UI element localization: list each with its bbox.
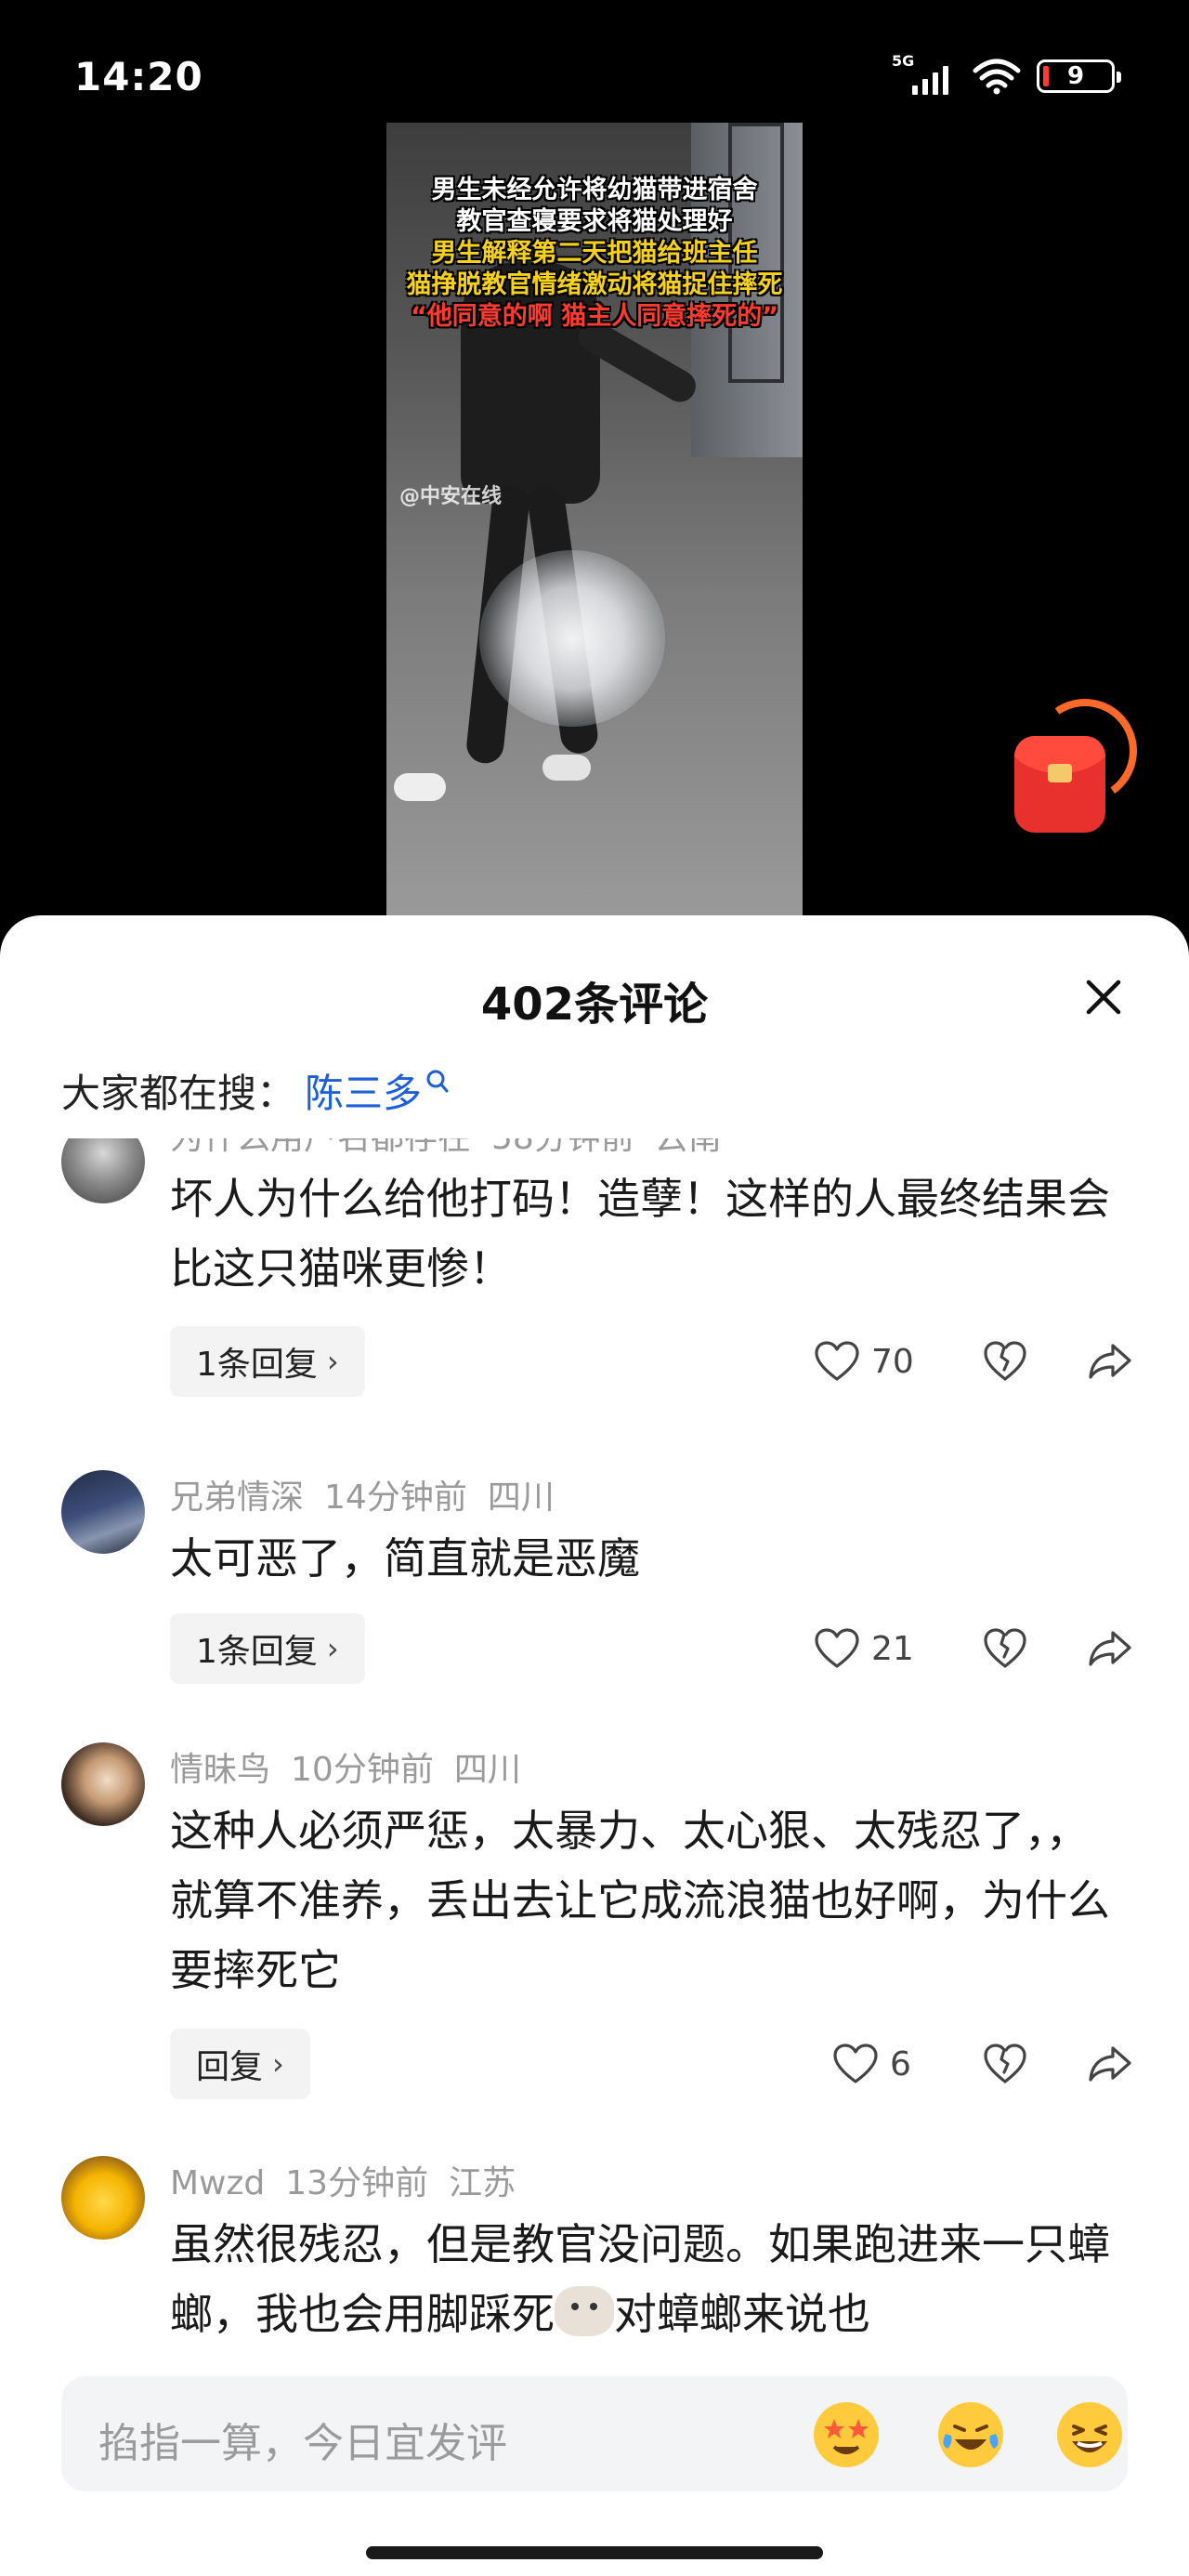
comment-time: 10分钟前: [291, 1751, 434, 1789]
trending-search-label: 大家都在搜：: [61, 1071, 296, 1116]
search-icon: [426, 1070, 449, 1092]
status-bar: 14:20 5G 9: [0, 0, 1189, 139]
cat-emoji-icon: [555, 2286, 614, 2336]
red-envelope-button[interactable]: [1014, 690, 1145, 838]
avatar[interactable]: [61, 1742, 145, 1826]
like-button[interactable]: 70: [814, 1340, 927, 1383]
view-replies-label: 1条回复: [196, 1346, 318, 1384]
home-indicator[interactable]: [366, 2546, 823, 2559]
view-replies-button[interactable]: 1条回复 ›: [170, 1326, 365, 1397]
reply-label: 回复: [196, 2048, 264, 2086]
comment-username[interactable]: 为什么用户名都存在: [170, 1138, 471, 1157]
comment-text: 这种人必须严惩，太暴力、太心狠、太残忍了，，就算不准养，丢出去让它成流浪猫也好啊…: [170, 1806, 1110, 1995]
trending-search-term[interactable]: 陈三多: [305, 1062, 422, 1119]
comment-time: 13分钟前: [285, 2164, 429, 2202]
comment-text: 坏人为什么给他打码！造孽！这样的人最终结果会比这只猫咪更惨！: [170, 1174, 1110, 1294]
comment-time: 58分钟前: [491, 1138, 634, 1157]
heart-icon: [833, 2044, 878, 2083]
chevron-right-icon: ›: [326, 1344, 339, 1379]
video-person-shoe: [394, 773, 446, 801]
comment-input-placeholder[interactable]: 掐指一算，今日宜发评: [98, 2410, 507, 2469]
comment-time: 14分钟前: [324, 1479, 467, 1517]
comment-input-bar[interactable]: 掐指一算，今日宜发评: [61, 2376, 1128, 2491]
network-type: 5G: [892, 52, 915, 70]
share-arrow-icon[interactable]: [1087, 1627, 1133, 1670]
chevron-right-icon: ›: [272, 2046, 284, 2082]
battery-level: 9: [1066, 62, 1085, 90]
caption-line: 男生解释第二天把猫给班主任: [431, 239, 758, 268]
caption-line: “他同意的啊 猫主人同意摔死的”: [411, 302, 778, 331]
comment-location: 江苏: [449, 2164, 516, 2202]
battery-icon: 9: [1037, 59, 1121, 93]
comment-count-title: 402条评论: [480, 979, 709, 1031]
comment-meta: Mwzd 13分钟前 江苏: [170, 2156, 536, 2204]
comment-username[interactable]: 情昧鸟: [170, 1751, 270, 1789]
comment-actions: 21: [814, 1626, 1133, 1671]
like-count: 70: [871, 1342, 914, 1381]
comment-text: 太可恶了，简直就是恶魔: [170, 1533, 640, 1584]
heart-icon: [815, 1341, 859, 1381]
wifi-icon: [973, 59, 1021, 95]
star-eyes-emoji-icon[interactable]: [814, 2402, 879, 2467]
close-icon[interactable]: [1076, 969, 1131, 1025]
grinning-emoji-icon[interactable]: [1057, 2402, 1122, 2467]
comment-text-part: 对蟑螂来说也: [614, 2289, 870, 2339]
share-arrow-icon[interactable]: [1087, 1340, 1133, 1383]
video-watermark: @中安在线: [399, 485, 503, 508]
red-envelope-icon: [1014, 736, 1105, 833]
like-count: 21: [871, 1629, 914, 1668]
comment-list[interactable]: 为什么用户名都存在 58分钟前 云南 坏人为什么给他打码！造孽！这样的人最终结果会比…: [0, 1138, 1189, 2365]
comment-username[interactable]: Mwzd: [170, 2164, 265, 2202]
heart-icon: [815, 1628, 859, 1668]
video-player[interactable]: 男生未经允许将幼猫带进宿舍 教官查寝要求将猫处理好 男生解释第二天把猫给班主任 …: [386, 123, 803, 922]
broken-heart-icon[interactable]: [983, 2042, 1027, 2086]
comment-sheet: 402条评论 大家都在搜： 陈三多 为什么用户名都存在 58分钟前 云南 坏人为什么…: [0, 915, 1189, 2576]
view-replies-label: 1条回复: [196, 1633, 318, 1671]
status-time: 14:20: [74, 54, 203, 99]
comment-meta: 兄弟情深 14分钟前 四川: [170, 1470, 575, 1518]
broken-heart-icon[interactable]: [983, 1339, 1027, 1384]
comment-location: 四川: [487, 1479, 555, 1517]
chevron-right-icon: ›: [326, 1631, 339, 1666]
avatar[interactable]: [61, 1470, 145, 1554]
avatar[interactable]: [61, 2156, 145, 2240]
like-count: 6: [890, 2044, 911, 2083]
comment-location: 云南: [655, 1138, 722, 1157]
like-button[interactable]: 6: [832, 2043, 927, 2085]
comment-meta: 情昧鸟 10分钟前 四川: [170, 1742, 542, 1791]
avatar[interactable]: [61, 1138, 145, 1203]
comment-meta: 为什么用户名都存在 58分钟前 云南: [170, 1138, 742, 1159]
reply-button[interactable]: 回复 ›: [170, 2029, 310, 2099]
video-person-shoe: [542, 755, 591, 781]
laughing-crying-emoji-icon[interactable]: [938, 2402, 1003, 2467]
view-replies-button[interactable]: 1条回复 ›: [170, 1613, 365, 1684]
trending-search: 大家都在搜： 陈三多: [61, 1062, 450, 1119]
caption-line: 猫挣脱教官情绪激动将猫捉住摔死: [406, 270, 783, 299]
video-caption: 男生未经允许将幼猫带进宿舍 教官查寝要求将猫处理好 男生解释第二天把猫给班主任 …: [386, 175, 803, 333]
caption-line: 教官查寝要求将猫处理好: [456, 207, 733, 236]
caption-line: 男生未经允许将幼猫带进宿舍: [431, 176, 758, 204]
broken-heart-icon[interactable]: [983, 1626, 1027, 1671]
status-icons: 5G 9: [892, 52, 1121, 95]
comment-actions: 6: [832, 2042, 1133, 2086]
like-button[interactable]: 21: [814, 1627, 927, 1670]
share-arrow-icon[interactable]: [1087, 2043, 1133, 2085]
video-blur-mosaic: [479, 550, 665, 727]
comment-location: 四川: [453, 1751, 521, 1789]
cellular-signal-icon: 5G: [892, 52, 957, 95]
comment-actions: 70: [814, 1339, 1133, 1384]
comment-text: 虽然很残忍，但是教官没问题。如果跑进来一只蟑螂，我也会用脚踩死 对蟑螂来说也: [170, 2210, 1117, 2349]
comment-username[interactable]: 兄弟情深: [170, 1479, 304, 1517]
